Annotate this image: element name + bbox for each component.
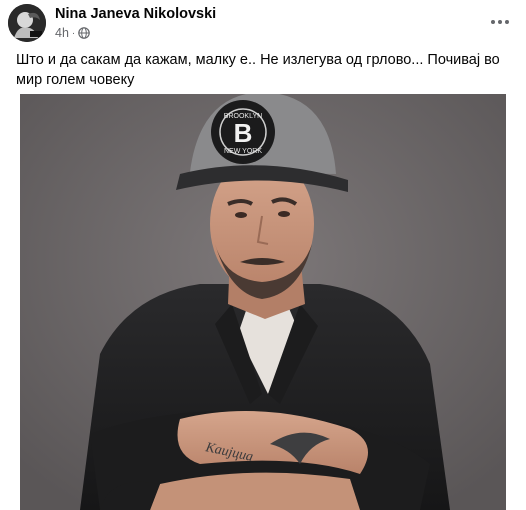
avatar-image: [8, 4, 46, 42]
globe-icon[interactable]: [78, 27, 91, 39]
facebook-post: Nina Janeva Nikolovski 4h · Што и да сак…: [0, 0, 526, 510]
post-meta: 4h ·: [55, 26, 91, 40]
more-options-icon[interactable]: [488, 10, 512, 34]
post-header: Nina Janeva Nikolovski 4h ·: [0, 0, 526, 46]
author-name[interactable]: Nina Janeva Nikolovski: [55, 6, 216, 22]
post-caption: Што и да сакам да кажам, малку е.. Не из…: [16, 52, 500, 88]
post-photo[interactable]: BROOKLYN NEW YORK B Каијциа: [0, 94, 526, 510]
photo-image: BROOKLYN NEW YORK B Каијциа: [0, 94, 526, 510]
author-avatar[interactable]: [8, 4, 46, 42]
meta-separator: ·: [71, 27, 76, 39]
post-timestamp[interactable]: 4h: [55, 26, 69, 40]
cap-text-bottom: NEW YORK: [224, 148, 262, 155]
cap-letter: B: [234, 118, 253, 148]
